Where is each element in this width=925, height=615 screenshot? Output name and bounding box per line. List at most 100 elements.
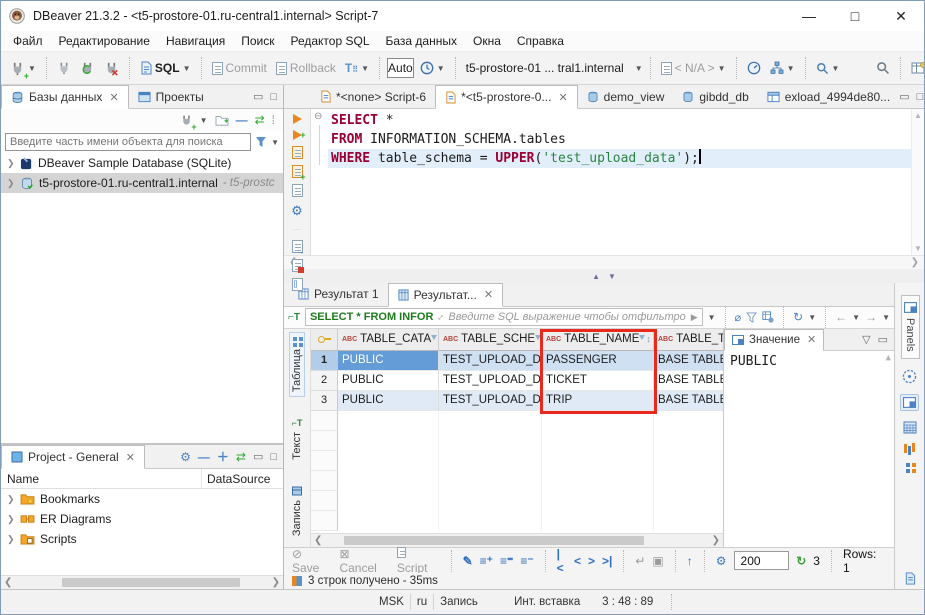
caret-position-indicator[interactable]: 3 : 48 : 89 [596,590,659,614]
project-horizontal-scrollbar[interactable]: ❮ ❯ [1,575,283,589]
collapse-all-icon[interactable]: — [236,113,248,127]
view-menu-icon[interactable]: ▽ [862,333,870,346]
first-row-icon[interactable]: |< [557,547,567,575]
tab-databases[interactable]: Базы данных ✕ [1,85,129,109]
sql-code-area[interactable]: SELECT *FROM INFORMATION_SCHEMA.tablesWH… [328,109,911,255]
fetch-all-icon[interactable]: ▣ [652,554,663,568]
close-icon[interactable]: ✕ [807,333,816,346]
filter-input[interactable]: SELECT * FROM INFOR ↕ Введите SQL выраже… [305,308,703,326]
nav-forward-icon[interactable]: → [865,310,877,324]
gear-icon[interactable]: ⚙ [716,554,727,568]
empty-cell[interactable] [338,431,439,451]
filter-history-icon[interactable]: ▼ [708,313,716,322]
menu-navigate[interactable]: Навигация [158,32,233,50]
menu-database[interactable]: База данных [378,32,465,50]
disconnect-button[interactable] [101,59,122,78]
add-row-icon[interactable]: ≡⁺ [480,554,493,568]
column-filter-icon[interactable] [535,335,541,343]
column-name[interactable]: Name [1,469,202,488]
output-console-icon[interactable] [292,278,303,291]
minimize-panel-icon[interactable]: ▭ [253,90,263,103]
code-line-3[interactable]: WHERE table_schema = UPPER('test_upload_… [328,149,911,168]
grid-cell[interactable]: TEST_UPLOAD_DAT [439,391,542,411]
minimize-button[interactable]: — [786,1,832,31]
commit-button[interactable]: Commit [209,59,270,77]
editor-tab-script6[interactable]: *<none> Script-6 [311,85,435,108]
new-connection-icon[interactable] [180,114,193,127]
maximize-panel-icon[interactable]: □ [270,91,277,103]
chevron-down-icon[interactable]: ▼ [271,138,279,147]
minimize-panel-icon[interactable]: ▭ [878,333,888,346]
expander-icon[interactable]: ❯ [7,534,15,545]
nav-back-icon[interactable]: ← [835,310,847,324]
delete-row-icon[interactable]: ≡⁻ [520,554,533,568]
editor-tab-demo-view[interactable]: demo_view [578,85,674,108]
fetch-page-icon[interactable]: ↵ [635,554,645,568]
column-header-table_name[interactable]: ABCTABLE_NAME↕ [542,329,654,351]
editor-tab-exload[interactable]: exload_4994de80... [758,85,899,108]
project-item-bookmarks[interactable]: ❯ Bookmarks [1,489,283,509]
empty-cell[interactable] [654,431,723,451]
empty-cell[interactable] [338,511,439,531]
search-input[interactable] [5,133,251,151]
expander-icon[interactable]: ❯ [7,158,15,169]
scroll-right-icon[interactable]: ❯ [712,535,720,546]
language-indicator[interactable]: ru [411,590,433,614]
column-datasource[interactable]: DataSource [202,472,270,486]
grid-cell[interactable]: BASE TABLE [654,371,723,391]
sash-up-icon[interactable]: ▲ [592,272,600,281]
next-row-icon[interactable]: > [588,554,595,568]
menu-edit[interactable]: Редактирование [51,32,158,50]
row-number[interactable]: 2 [311,371,338,391]
column-filter-icon[interactable] [431,335,437,343]
quick-search-button[interactable] [873,59,893,77]
dashboard-button[interactable] [744,59,764,77]
output-blue-icon[interactable] [904,572,916,585]
gear-icon[interactable]: ⚙ [180,450,191,464]
close-icon[interactable]: ✕ [109,91,118,104]
view-menu-icon[interactable]: ⁞ [272,113,275,127]
empty-cell[interactable] [654,511,723,531]
calc-panel-icon[interactable] [903,421,917,434]
empty-cell[interactable] [338,451,439,471]
maximize-panel-icon[interactable]: □ [917,91,924,103]
column-header-table_sche[interactable]: ABCTABLE_SCHE↕ [439,329,542,351]
gear-icon[interactable]: ⚙ [291,203,303,219]
chevron-down-icon[interactable]: ▼ [808,313,816,322]
apply-filter-icon[interactable]: ▶ [691,312,698,323]
column-header-table_cata[interactable]: ABCTABLE_CATA↕ [338,329,439,351]
close-button[interactable]: ✕ [878,1,924,31]
view-tab-record[interactable]: Запись [289,481,305,541]
execute-script-icon[interactable] [292,146,303,159]
tab-projects[interactable]: Проекты [129,85,213,108]
empty-cell[interactable] [338,411,439,431]
code-line-2[interactable]: FROM INFORMATION_SCHEMA.tables [328,130,911,149]
export-icon[interactable]: ↑ [687,554,693,568]
menu-window[interactable]: Окна [465,32,509,50]
empty-cell[interactable] [542,451,654,471]
empty-cell[interactable] [338,471,439,491]
grid-cell[interactable]: PUBLIC [338,351,439,371]
commit-mode-selector[interactable]: Auto [387,58,414,78]
expander-icon[interactable]: ❯ [7,514,15,525]
fetch-size-input[interactable]: 200 [734,551,790,570]
connect-button[interactable] [54,59,74,77]
tab-project-general[interactable]: Project - General ✕ [1,445,145,469]
column-filter-icon[interactable] [639,335,645,343]
value-viewer-icon[interactable] [902,369,917,384]
close-icon[interactable]: ✕ [126,451,135,464]
column-filter-sort-icons[interactable]: ↕ [535,334,542,344]
grid-horizontal-scrollbar[interactable]: ❮ ❯ [311,533,723,547]
empty-cell[interactable] [542,431,654,451]
scroll-thumb[interactable] [62,578,240,587]
refresh-icon[interactable]: ↻ [793,310,803,324]
row-mode-indicator[interactable]: Запись [434,590,500,614]
expand-filter-icon[interactable]: ↕ [435,312,446,323]
grid-cell[interactable]: TEST_UPLOAD_DAT [439,371,542,391]
execution-plan-button[interactable]: ▼ [767,59,798,77]
duplicate-row-icon[interactable]: ≡⁼ [500,554,513,568]
tree-item-t5-prostore[interactable]: ❯ t5-prostore-01.ru-central1.internal - … [1,173,283,193]
minimize-panel-icon[interactable]: ▭ [899,90,909,103]
timezone-indicator[interactable]: MSK [373,590,410,614]
empty-cell[interactable] [439,451,542,471]
